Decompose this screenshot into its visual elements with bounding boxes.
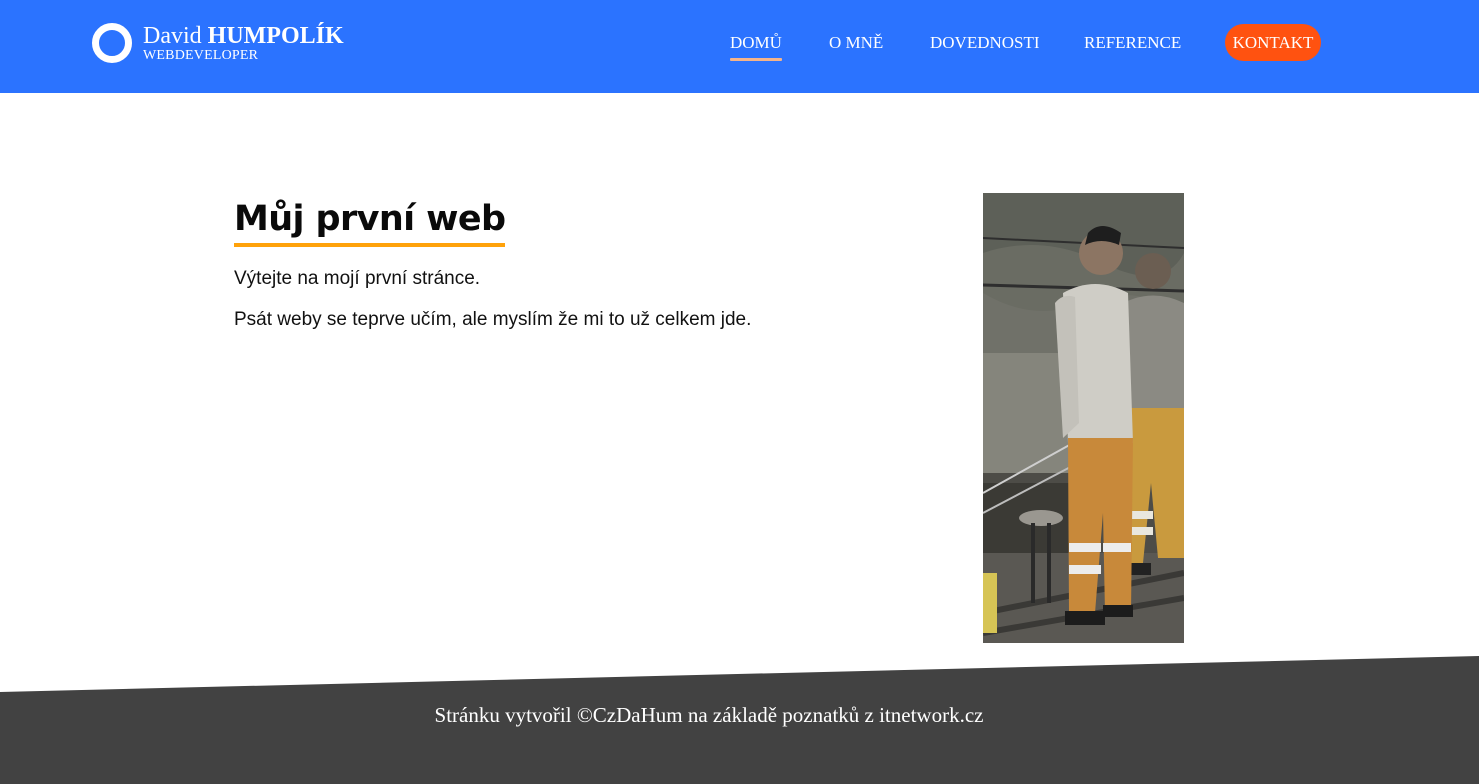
footer-credit: Stránku vytvořil ©CzDaHum na základě poz… [434, 703, 984, 727]
nav-item-o-mne[interactable]: O MNĚ [829, 33, 883, 53]
logo-first-name: David [143, 23, 202, 49]
intro-paragraph: Výtejte na mojí první stránce. [234, 268, 481, 289]
logo-subtitle: WEBDEVELOPER [143, 48, 259, 63]
profile-photo [983, 193, 1184, 643]
contact-button[interactable]: KONTAKT [1225, 24, 1321, 61]
page-title: Můj první web [234, 199, 506, 239]
photo-illustration [983, 193, 1184, 643]
logo-last-name: HUMPOLÍK [207, 23, 344, 49]
logo-text: David HUMPOLÍK WEBDEVELOPER [143, 23, 344, 63]
nav-item-domu[interactable]: DOMŮ [730, 33, 782, 61]
logo-circle-icon [92, 23, 132, 63]
nav-item-dovednosti[interactable]: DOVEDNOSTI [930, 33, 1040, 53]
page-title-wrap: Můj první web [234, 196, 506, 247]
site-header: David HUMPOLÍK WEBDEVELOPER DOMŮ O MNĚ D… [0, 0, 1479, 93]
logo-name: David HUMPOLÍK [143, 23, 344, 49]
site-logo[interactable]: David HUMPOLÍK WEBDEVELOPER [92, 23, 344, 63]
nav-item-reference[interactable]: REFERENCE [1084, 33, 1181, 53]
body-paragraph: Psát weby se teprve učím, ale myslím že … [234, 309, 752, 330]
